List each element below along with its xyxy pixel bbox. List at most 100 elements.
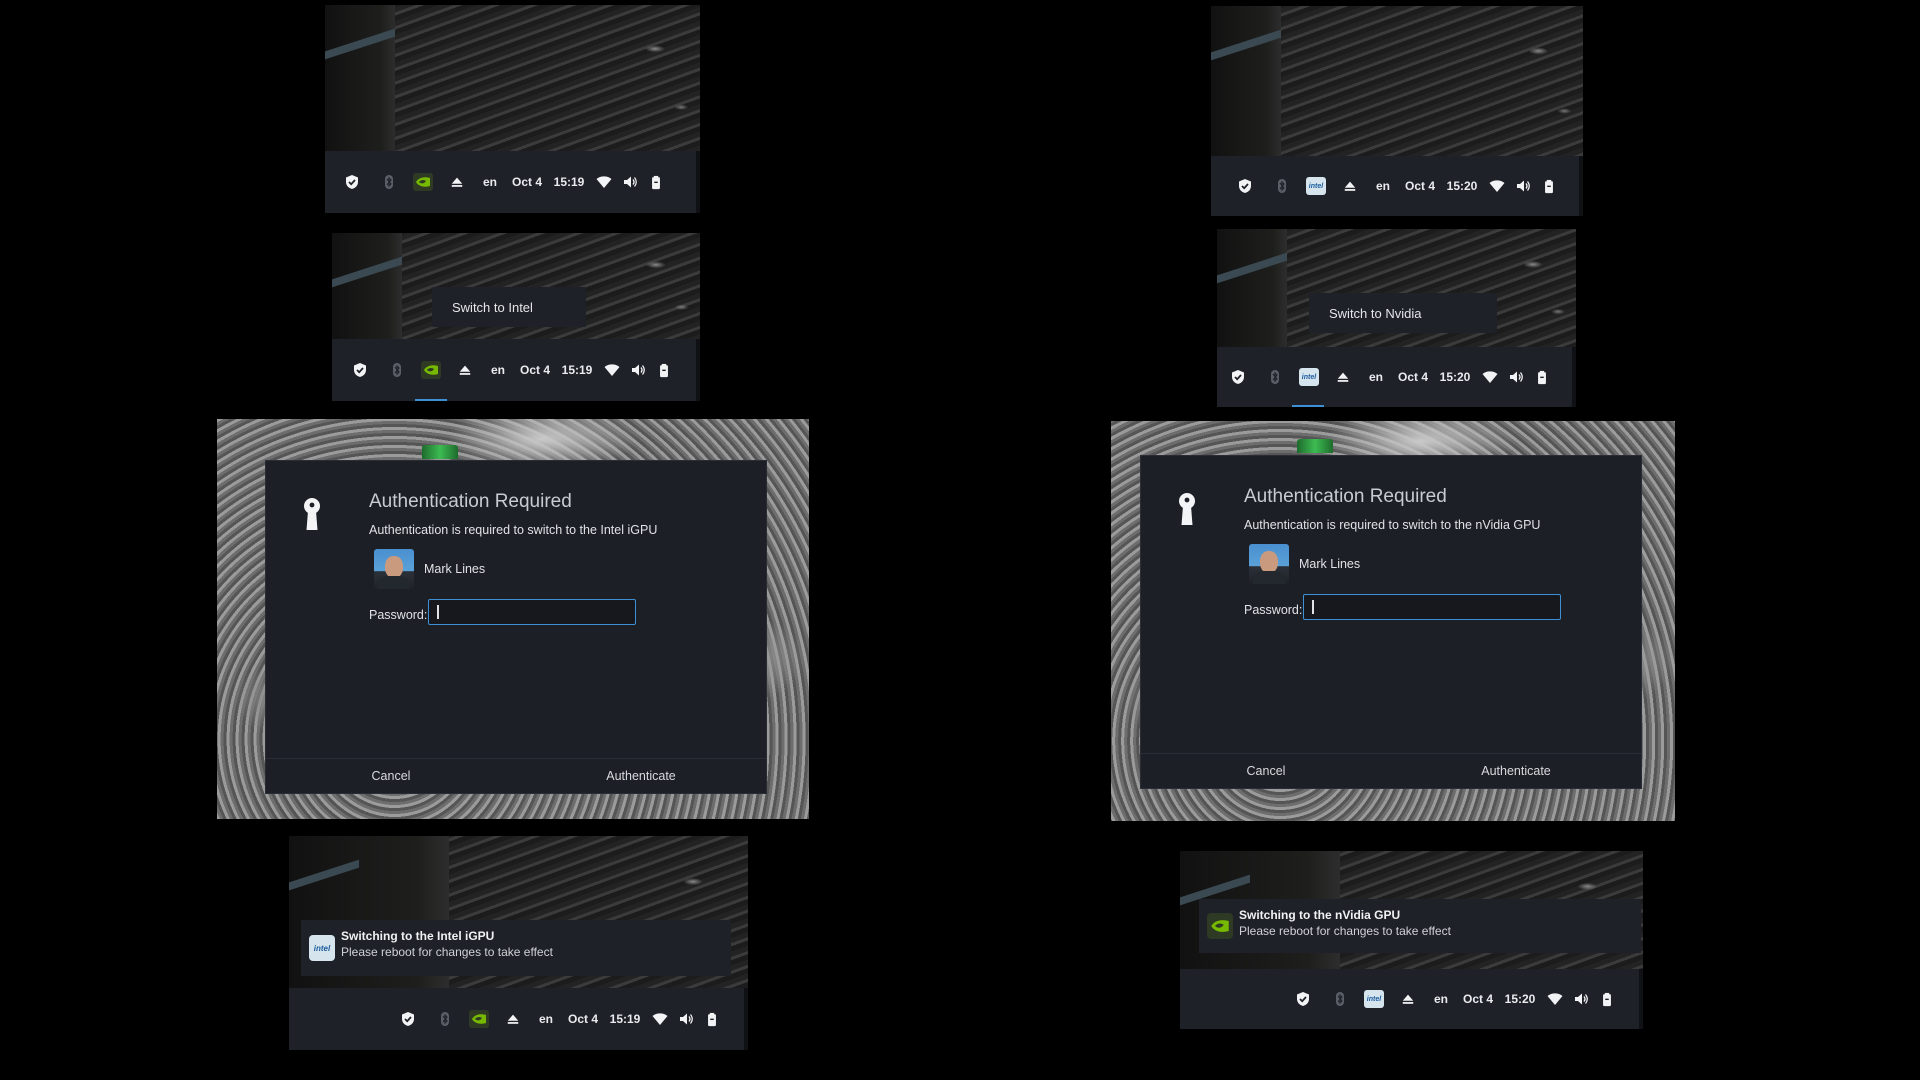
eject-icon[interactable] xyxy=(1326,347,1360,407)
language-indicator[interactable]: en xyxy=(474,151,506,213)
shield-icon[interactable] xyxy=(1218,347,1258,407)
bluetooth-icon[interactable] xyxy=(1265,156,1299,216)
date-label[interactable]: Oct 4 xyxy=(506,151,548,213)
wifi-icon[interactable] xyxy=(646,988,674,1050)
top-bar: en Oct 4 15:19 xyxy=(325,151,700,213)
wifi-icon[interactable] xyxy=(1476,347,1504,407)
battery-icon[interactable] xyxy=(1528,347,1556,407)
battery-icon[interactable] xyxy=(642,151,670,213)
language-indicator[interactable]: en xyxy=(530,988,562,1050)
gpu-indicator-icon[interactable]: intel xyxy=(1292,347,1326,407)
nvidia-icon xyxy=(469,1010,489,1028)
date-label[interactable]: Oct 4 xyxy=(562,988,604,1050)
bluetooth-icon[interactable] xyxy=(380,339,414,401)
tooltip-text: Switch to Nvidia xyxy=(1329,305,1422,321)
eject-icon[interactable] xyxy=(1391,969,1425,1029)
dialog-footer: Cancel Authenticate xyxy=(266,758,766,793)
dialog-message: Authentication is required to switch to … xyxy=(369,523,658,537)
gpu-indicator-icon[interactable] xyxy=(414,339,448,401)
date-label[interactable]: Oct 4 xyxy=(514,339,556,401)
gpu-switch-tooltip: Switch to Intel xyxy=(432,287,586,327)
gpu-indicator-icon[interactable] xyxy=(462,988,496,1050)
time-label[interactable]: 15:19 xyxy=(548,151,590,213)
bluetooth-icon[interactable] xyxy=(1258,347,1292,407)
date-label[interactable]: Oct 4 xyxy=(1392,347,1434,407)
time-label[interactable]: 15:20 xyxy=(1441,156,1483,216)
left-notification-panel: intel Switching to the Intel iGPU Please… xyxy=(289,836,748,1050)
bluetooth-icon[interactable] xyxy=(1323,969,1357,1029)
wifi-icon[interactable] xyxy=(598,339,626,401)
bottle-decoration xyxy=(1297,439,1333,453)
shield-icon[interactable] xyxy=(388,988,428,1050)
nvidia-icon xyxy=(421,361,441,379)
gpu-indicator-icon[interactable] xyxy=(406,151,440,213)
auth-dialog: Authentication Required Authentication i… xyxy=(1140,455,1642,789)
right-topbar-panel-1: intel en Oct 4 15:20 xyxy=(1211,6,1583,216)
notification-body: Please reboot for changes to take effect xyxy=(1239,924,1451,938)
auth-dialog: Authentication Required Authentication i… xyxy=(265,460,767,794)
eject-icon[interactable] xyxy=(1333,156,1367,216)
battery-icon[interactable] xyxy=(650,339,678,401)
bluetooth-icon[interactable] xyxy=(428,988,462,1050)
left-topbar-panel-2: Switch to Intel en Oct 4 15:19 xyxy=(332,233,700,401)
eject-icon[interactable] xyxy=(448,339,482,401)
volume-icon[interactable] xyxy=(1504,347,1528,407)
wallpaper xyxy=(325,5,700,151)
wifi-icon[interactable] xyxy=(590,151,618,213)
time-label[interactable]: 15:19 xyxy=(556,339,598,401)
time-label[interactable]: 15:20 xyxy=(1434,347,1476,407)
tooltip-text: Switch to Intel xyxy=(452,299,533,315)
cancel-button[interactable]: Cancel xyxy=(266,759,516,793)
right-auth-scene: Authentication Required Authentication i… xyxy=(1111,421,1675,821)
top-bar: en Oct 4 15:19 xyxy=(332,339,700,401)
notification-title: Switching to the nVidia GPU xyxy=(1239,908,1401,922)
intel-icon: intel xyxy=(1299,368,1319,386)
intel-icon: intel xyxy=(1364,990,1384,1008)
volume-icon[interactable] xyxy=(674,988,698,1050)
notification-banner[interactable]: intel Switching to the Intel iGPU Please… xyxy=(301,920,731,976)
shield-icon[interactable] xyxy=(332,151,372,213)
dialog-message: Authentication is required to switch to … xyxy=(1244,518,1541,532)
cancel-button[interactable]: Cancel xyxy=(1141,754,1391,788)
bluetooth-icon[interactable] xyxy=(372,151,406,213)
authenticate-button[interactable]: Authenticate xyxy=(1391,754,1641,788)
battery-icon[interactable] xyxy=(1535,156,1563,216)
notification-banner[interactable]: Switching to the nVidia GPU Please reboo… xyxy=(1199,899,1641,953)
gpu-indicator-icon[interactable]: intel xyxy=(1299,156,1333,216)
password-label: Password: xyxy=(1244,603,1303,617)
battery-icon[interactable] xyxy=(1593,969,1621,1029)
date-label[interactable]: Oct 4 xyxy=(1399,156,1441,216)
wifi-icon[interactable] xyxy=(1483,156,1511,216)
eject-icon[interactable] xyxy=(496,988,530,1050)
shield-icon[interactable] xyxy=(1283,969,1323,1029)
wifi-icon[interactable] xyxy=(1541,969,1569,1029)
user-name: Mark Lines xyxy=(424,562,486,576)
shield-icon[interactable] xyxy=(340,339,380,401)
battery-icon[interactable] xyxy=(698,988,726,1050)
password-field[interactable] xyxy=(428,599,636,625)
volume-icon[interactable] xyxy=(1569,969,1593,1029)
user-name: Mark Lines xyxy=(1299,557,1361,571)
shield-icon[interactable] xyxy=(1225,156,1265,216)
right-topbar-panel-2: Switch to Nvidia intel en Oct 4 15:20 xyxy=(1217,229,1576,407)
notification-title: Switching to the Intel iGPU xyxy=(341,929,495,943)
notification-body: Please reboot for changes to take effect xyxy=(341,945,553,959)
eject-icon[interactable] xyxy=(440,151,474,213)
gpu-switch-tooltip: Switch to Nvidia xyxy=(1309,293,1497,333)
language-indicator[interactable]: en xyxy=(482,339,514,401)
authenticate-button[interactable]: Authenticate xyxy=(516,759,766,793)
language-indicator[interactable]: en xyxy=(1425,969,1457,1029)
language-indicator[interactable]: en xyxy=(1367,156,1399,216)
top-bar: intel en Oct 4 15:20 xyxy=(1180,969,1643,1029)
time-label[interactable]: 15:19 xyxy=(604,988,646,1050)
top-bar: en Oct 4 15:19 xyxy=(289,988,748,1050)
gpu-indicator-icon[interactable]: intel xyxy=(1357,969,1391,1029)
language-indicator[interactable]: en xyxy=(1360,347,1392,407)
date-label[interactable]: Oct 4 xyxy=(1457,969,1499,1029)
intel-icon: intel xyxy=(309,935,335,961)
password-field[interactable] xyxy=(1303,594,1561,620)
volume-icon[interactable] xyxy=(1511,156,1535,216)
volume-icon[interactable] xyxy=(618,151,642,213)
time-label[interactable]: 15:20 xyxy=(1499,969,1541,1029)
volume-icon[interactable] xyxy=(626,339,650,401)
